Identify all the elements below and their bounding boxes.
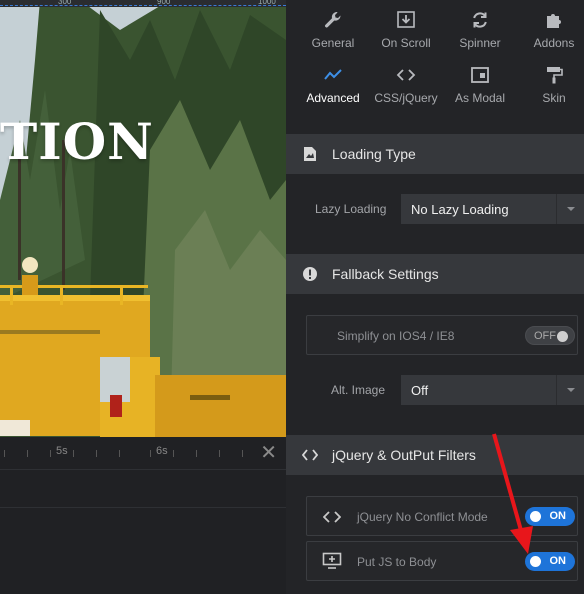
code-icon	[322, 509, 342, 525]
ruler-guide-line	[0, 5, 286, 6]
ruler-mark: 1000	[258, 0, 276, 6]
toggle-state: ON	[549, 510, 567, 522]
timeline-tick	[242, 450, 243, 457]
toggle-state: OFF	[534, 330, 556, 342]
timeline-tick	[73, 450, 74, 457]
timeline-layer-row[interactable]	[0, 470, 286, 508]
tab-label: Addons	[533, 36, 575, 50]
section-loading-type[interactable]: Loading Type	[286, 134, 584, 174]
timeline-tick	[150, 450, 151, 457]
chevron-down-icon	[556, 194, 584, 224]
canvas-area: 300 900 1000 TION 5s 6s ✕	[0, 0, 286, 594]
slide-heading-text[interactable]: TION	[0, 112, 154, 171]
tab-advanced[interactable]: Advanced	[296, 65, 370, 105]
timeline-tick	[4, 450, 5, 457]
close-icon[interactable]: ✕	[260, 443, 277, 463]
timeline-tick	[196, 450, 197, 457]
tab-label: On Scroll	[381, 36, 431, 50]
toggle-state: ON	[549, 555, 567, 567]
window-icon	[471, 67, 489, 83]
forest-truck-photo	[0, 0, 286, 437]
chart-line-icon	[324, 69, 342, 80]
alt-image-select[interactable]: Off	[401, 375, 584, 405]
timeline-label-6s: 6s	[156, 445, 168, 457]
settings-tabs: General On Scroll Spinner Addons Advance…	[286, 0, 584, 134]
settings-panel: General On Scroll Spinner Addons Advance…	[286, 0, 584, 594]
simplify-ios-label: Simplify on IOS4 / IE8	[337, 329, 455, 343]
timeline-tick	[96, 450, 97, 457]
timeline-tick	[27, 450, 28, 457]
file-image-icon	[302, 146, 318, 162]
section-title: Loading Type	[332, 146, 416, 162]
jquery-no-conflict-label: jQuery No Conflict Mode	[357, 510, 488, 524]
tab-on-scroll[interactable]: On Scroll	[369, 10, 443, 50]
exclamation-circle-icon	[302, 266, 318, 282]
refresh-icon	[473, 12, 487, 28]
timeline-tick	[119, 450, 120, 457]
tab-as-modal[interactable]: As Modal	[443, 65, 517, 105]
alt-image-label: Alt. Image	[331, 383, 386, 397]
monitor-plus-icon	[322, 552, 342, 569]
code-icon	[396, 69, 416, 81]
timeline-ruler[interactable]: 5s 6s ✕	[0, 437, 286, 470]
timeline-tick	[50, 450, 51, 457]
download-icon	[397, 11, 415, 28]
select-value: Off	[411, 382, 429, 398]
tab-label: Advanced	[306, 91, 360, 105]
horizontal-ruler: 300 900 1000	[0, 0, 286, 7]
timeline-panel: 5s 6s ✕	[0, 437, 286, 594]
section-fallback-settings[interactable]: Fallback Settings	[286, 254, 584, 294]
tab-addons[interactable]: Addons	[517, 10, 584, 50]
timeline-label-5s: 5s	[56, 445, 68, 457]
tab-label: As Modal	[454, 91, 506, 105]
wrench-icon	[325, 11, 341, 28]
code-icon	[302, 447, 318, 463]
tab-general[interactable]: General	[296, 10, 370, 50]
lazy-loading-label: Lazy Loading	[315, 202, 387, 216]
toggle-knob	[557, 331, 568, 342]
put-js-to-body-label: Put JS to Body	[357, 555, 437, 569]
simplify-ios-option: Simplify on IOS4 / IE8 OFF	[306, 315, 578, 355]
puzzle-icon	[547, 14, 561, 28]
simplify-ios-toggle[interactable]: OFF	[525, 326, 575, 345]
tab-label: CSS/jQuery	[374, 91, 438, 105]
tab-skin[interactable]: Skin	[517, 65, 584, 105]
section-title: Fallback Settings	[332, 266, 439, 282]
ruler-mark: 900	[157, 0, 171, 6]
paint-roller-icon	[547, 67, 563, 84]
tab-label: Spinner	[459, 36, 501, 50]
timeline-tick	[173, 450, 174, 457]
chevron-down-icon	[556, 375, 584, 405]
slide-preview[interactable]: 300 900 1000 TION	[0, 0, 286, 437]
tab-css-jquery[interactable]: CSS/jQuery	[369, 65, 443, 105]
ruler-mark: 300	[58, 0, 72, 6]
tab-label: General	[311, 36, 355, 50]
tab-spinner[interactable]: Spinner	[443, 10, 517, 50]
timeline-tick	[219, 450, 220, 457]
section-title: jQuery & OutPut Filters	[332, 447, 476, 463]
annotation-arrow-icon	[492, 433, 533, 554]
tab-label: Skin	[542, 91, 566, 105]
select-value: No Lazy Loading	[411, 201, 509, 217]
lazy-loading-select[interactable]: No Lazy Loading	[401, 194, 584, 224]
